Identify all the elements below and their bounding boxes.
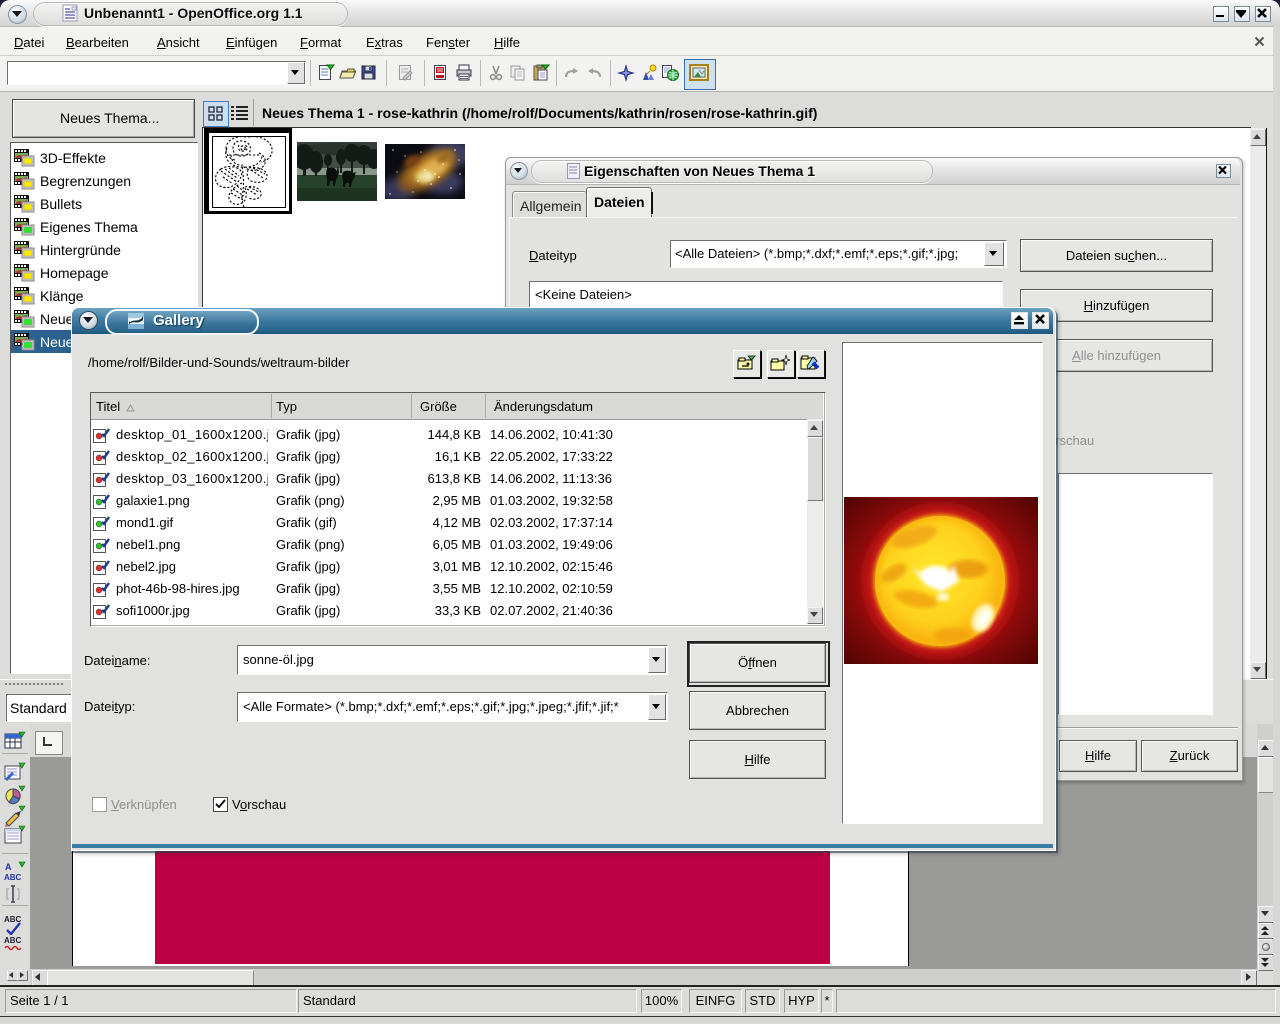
svg-text:ABC: ABC (4, 873, 22, 882)
svg-text:ABC: ABC (4, 936, 22, 945)
svg-text:A: A (5, 862, 12, 872)
